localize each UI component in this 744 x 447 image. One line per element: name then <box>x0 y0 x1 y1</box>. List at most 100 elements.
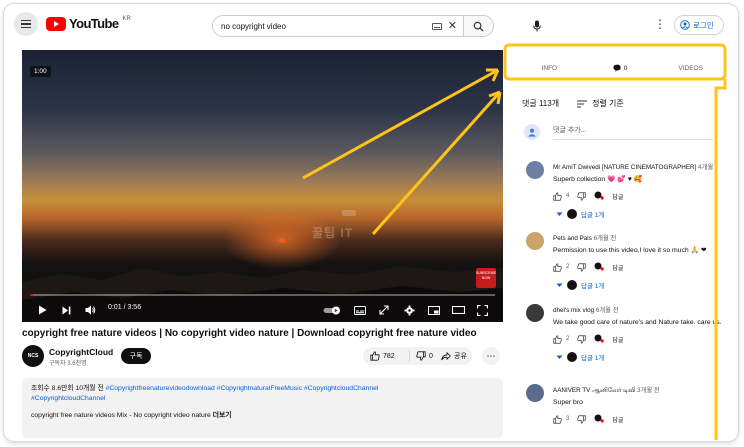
autoplay-toggle[interactable] <box>322 302 342 318</box>
youtube-logo[interactable]: YouTube KR <box>46 16 131 31</box>
comment-reply-button[interactable]: 답글 <box>612 192 623 201</box>
thumbs-up-icon[interactable] <box>553 262 562 272</box>
description-hashtag-line2[interactable]: #CopyrightcloudChannel <box>31 394 494 404</box>
subscriber-count: 구독자 3.6천명 <box>49 361 87 367</box>
expand-arrows-button[interactable] <box>376 302 392 318</box>
video-player[interactable]: 1:00 꿀팁 IT SUBSCRIBE NOW 0:01 / 3:56 <box>22 50 503 322</box>
creator-mini-avatar <box>567 280 577 290</box>
signin-label: 로그인 <box>693 20 714 30</box>
theater-icon <box>451 306 465 314</box>
tab-comments[interactable]: 0 <box>584 56 656 80</box>
description-box[interactable]: 조회수 8.6만회 10개월 전 #Copyrightfreenaturevid… <box>22 378 503 438</box>
commenter-avatar[interactable] <box>526 161 544 179</box>
comment-time: 6개월 전 <box>593 235 617 242</box>
search-input[interactable] <box>213 16 432 36</box>
channel-avatar[interactable]: NCS <box>22 345 44 367</box>
logo-text: YouTube <box>69 16 119 31</box>
more-vert-icon[interactable]: ⋮ <box>654 18 666 30</box>
creator-heart-icon <box>594 334 605 343</box>
sort-label: 정렬 기준 <box>592 99 624 108</box>
settings-button[interactable] <box>401 302 417 318</box>
show-more-button[interactable]: 더보기 <box>213 412 232 419</box>
volume-button[interactable] <box>82 302 98 318</box>
add-comment-input[interactable]: 댓글 추가... <box>553 125 713 140</box>
view-replies-button[interactable]: 답글 1개 <box>556 352 604 362</box>
thumbs-down-icon[interactable] <box>577 262 586 272</box>
comment-reply-button[interactable]: 답글 <box>612 335 623 344</box>
panel-scrollbar[interactable] <box>716 76 722 440</box>
mic-button[interactable] <box>528 17 546 35</box>
description-hashtags[interactable]: #Copyrightfreenaturevideodownload #Copyr… <box>106 385 379 392</box>
replies-count: 답글 1개 <box>581 355 605 362</box>
next-button[interactable] <box>58 302 74 318</box>
comment-author[interactable]: dhel's mix vlog <box>553 307 594 314</box>
tab-comments-label: 0 <box>623 64 628 72</box>
chevron-down-icon <box>556 212 563 216</box>
subtitles-button[interactable] <box>352 302 368 318</box>
thumbs-up-icon[interactable] <box>553 334 562 344</box>
comment-author[interactable]: AANIVER TV ஆனிவேர் டிவி <box>553 387 635 394</box>
time-display: 0:01 / 3:56 <box>108 304 142 311</box>
like-button[interactable]: 782 <box>363 350 410 362</box>
comment-reply-button[interactable]: 답글 <box>612 415 623 424</box>
commenter-avatar[interactable] <box>526 384 544 402</box>
miniplayer-button[interactable] <box>426 302 442 318</box>
thumbs-down-icon[interactable] <box>577 414 586 424</box>
logo-region: KR <box>122 16 131 22</box>
thumbs-up-icon[interactable] <box>553 414 562 424</box>
fullscreen-button[interactable] <box>474 302 490 318</box>
youtube-play-icon <box>46 16 66 31</box>
progress-bar[interactable] <box>30 294 495 296</box>
comment-reply-button[interactable]: 답글 <box>612 263 623 272</box>
search-box: ✕ <box>212 15 494 37</box>
commenter-avatar[interactable] <box>526 232 544 250</box>
view-count-date: 조회수 8.6만회 10개월 전 <box>31 385 104 392</box>
comment-actions: 4 답글 <box>553 191 623 201</box>
tab-videos-label: VIDEOS <box>678 64 703 72</box>
owner-row: NCS CopyrightCloud 구독자 3.6천명 구독 782 0 공유… <box>22 345 503 371</box>
keyboard-icon[interactable] <box>431 22 442 30</box>
progress-played <box>30 294 33 296</box>
duration-chip: 1:00 <box>30 66 51 77</box>
subscribe-now-badge[interactable]: SUBSCRIBE NOW <box>476 268 496 288</box>
commenter-avatar[interactable] <box>526 304 544 322</box>
dislike-button[interactable]: 0 <box>410 351 433 361</box>
thumbs-up-icon[interactable] <box>553 191 562 201</box>
creator-heart-icon <box>594 262 605 271</box>
channel-avatar-text: NCS <box>27 353 39 359</box>
tab-info[interactable]: INFO <box>514 56 585 80</box>
view-replies-button[interactable]: 답글 1개 <box>556 280 604 290</box>
replies-count: 답글 1개 <box>581 212 605 219</box>
comment-time: 4개월 <box>698 164 714 171</box>
browser-frame: YouTube KR ✕ ⋮ <box>4 4 738 441</box>
comment-author[interactable]: Mr AmiT Dwivedi [NATURE CINEMATOGRAPHER] <box>553 164 696 171</box>
channel-name[interactable]: CopyrightCloud <box>49 347 113 357</box>
chevron-down-icon <box>556 355 563 359</box>
view-replies-button[interactable]: 답글 1개 <box>556 209 604 219</box>
creator-mini-avatar <box>567 209 577 219</box>
comment-like-count: 3 <box>566 416 570 422</box>
fullscreen-arrows-icon <box>379 305 389 315</box>
sun <box>279 238 285 243</box>
sort-icon <box>577 100 588 107</box>
play-button[interactable] <box>34 302 50 318</box>
thumbs-down-icon[interactable] <box>577 334 586 344</box>
tab-info-label: INFO <box>541 64 558 72</box>
clear-icon[interactable]: ✕ <box>448 20 457 32</box>
autoplay-toggle-icon <box>323 306 340 314</box>
subscribe-button[interactable]: 구독 <box>121 348 151 364</box>
watermark-mark <box>342 210 356 216</box>
more-actions-icon[interactable]: ⋯ <box>482 347 500 365</box>
comment-bubble-icon <box>613 64 621 72</box>
menu-icon[interactable] <box>14 12 38 36</box>
comment-author[interactable]: Pets and Pals <box>553 235 592 242</box>
search-button[interactable] <box>463 16 493 36</box>
thumbs-up-icon <box>370 351 380 361</box>
dislike-count: 0 <box>429 352 433 360</box>
thumbs-down-icon[interactable] <box>577 191 586 201</box>
search-icon <box>473 21 484 32</box>
theater-button[interactable] <box>450 302 466 318</box>
share-button[interactable]: 공유 <box>436 347 472 365</box>
sort-button[interactable]: 정렬 기준 <box>577 98 624 109</box>
signin-button[interactable]: 로그인 <box>674 15 724 35</box>
